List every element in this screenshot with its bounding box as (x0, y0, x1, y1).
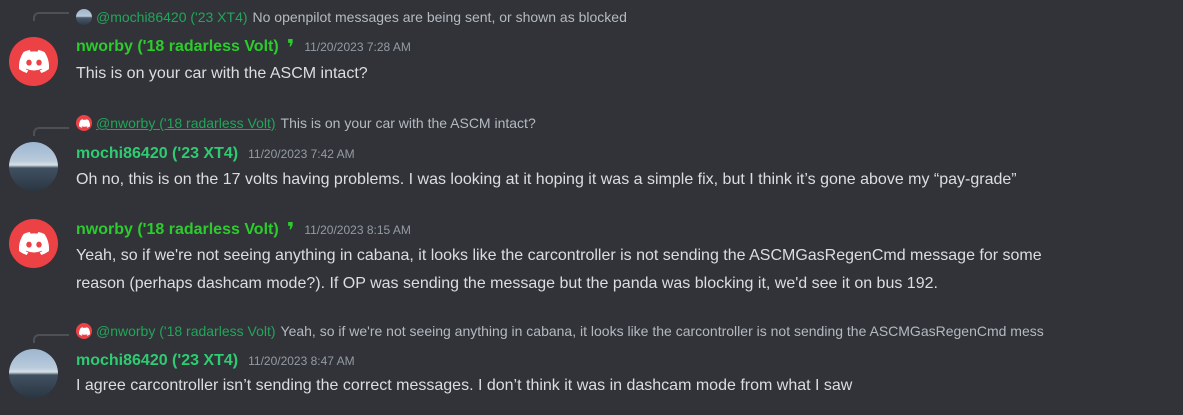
timestamp[interactable]: 11/20/2023 7:42 AM (248, 147, 355, 161)
message-text-line: Yeah, so if we're not seeing anything in… (76, 247, 1042, 264)
message-header: mochi86420 ('23 XT4) 11/20/2023 8:47 AM (76, 352, 355, 370)
discord-logo-icon (78, 118, 90, 128)
timestamp[interactable]: 11/20/2023 7:28 AM (304, 40, 411, 54)
author-name[interactable]: nworby ('18 radarless Volt) (76, 221, 279, 239)
discord-logo-icon (78, 326, 90, 336)
message-text: Oh no, this is on the 17 volts having pr… (76, 171, 1017, 188)
message-text: This is on your car with the ASCM intact… (76, 65, 368, 82)
timestamp[interactable]: 11/20/2023 8:15 AM (304, 223, 411, 237)
reply-connector (33, 127, 69, 136)
message-header: nworby ('18 radarless Volt) ❜ 11/20/2023… (76, 218, 411, 243)
reply-text: Yeah, so if we're not seeing anything in… (280, 323, 1044, 339)
message-header: nworby ('18 radarless Volt) ❜ 11/20/2023… (76, 35, 411, 60)
reply-photo-avatar (76, 9, 92, 25)
reply-connector (33, 334, 69, 343)
author-name[interactable]: mochi86420 ('23 XT4) (76, 145, 238, 163)
message-text-line: reason (perhaps dashcam mode?). If OP wa… (76, 275, 938, 292)
reply-author[interactable]: @nworby ('18 radarless Volt) (96, 323, 276, 339)
reply-author[interactable]: @nworby ('18 radarless Volt) (96, 115, 276, 131)
photo-avatar[interactable] (9, 142, 58, 191)
message-header: mochi86420 ('23 XT4) 11/20/2023 7:42 AM (76, 145, 355, 163)
author-name[interactable]: mochi86420 ('23 XT4) (76, 352, 238, 370)
chat-log: @mochi86420 ('23 XT4) No openpilot messa… (0, 0, 1183, 415)
discord-logo-icon (18, 50, 49, 73)
reply-discord-avatar (76, 323, 92, 339)
timestamp[interactable]: 11/20/2023 8:47 AM (248, 354, 355, 368)
photo-avatar[interactable] (9, 349, 58, 398)
role-badge-icon: ❜ (286, 35, 295, 60)
message-text: I agree carcontroller isn’t sending the … (76, 377, 853, 394)
reply-connector (33, 12, 69, 21)
reply-preview[interactable]: @nworby ('18 radarless Volt) Yeah, so if… (76, 322, 1176, 340)
author-name[interactable]: nworby ('18 radarless Volt) (76, 38, 279, 56)
reply-author[interactable]: @mochi86420 ('23 XT4) (96, 9, 248, 25)
reply-preview[interactable]: @mochi86420 ('23 XT4) No openpilot messa… (76, 8, 1176, 26)
discord-logo-icon (18, 232, 49, 255)
discord-avatar[interactable] (9, 37, 58, 86)
reply-discord-avatar (76, 115, 92, 131)
reply-preview[interactable]: @nworby ('18 radarless Volt) This is on … (76, 114, 1176, 132)
reply-text: This is on your car with the ASCM intact… (280, 115, 536, 131)
role-badge-icon: ❜ (286, 218, 295, 243)
discord-avatar[interactable] (9, 219, 58, 268)
reply-text: No openpilot messages are being sent, or… (252, 9, 627, 25)
